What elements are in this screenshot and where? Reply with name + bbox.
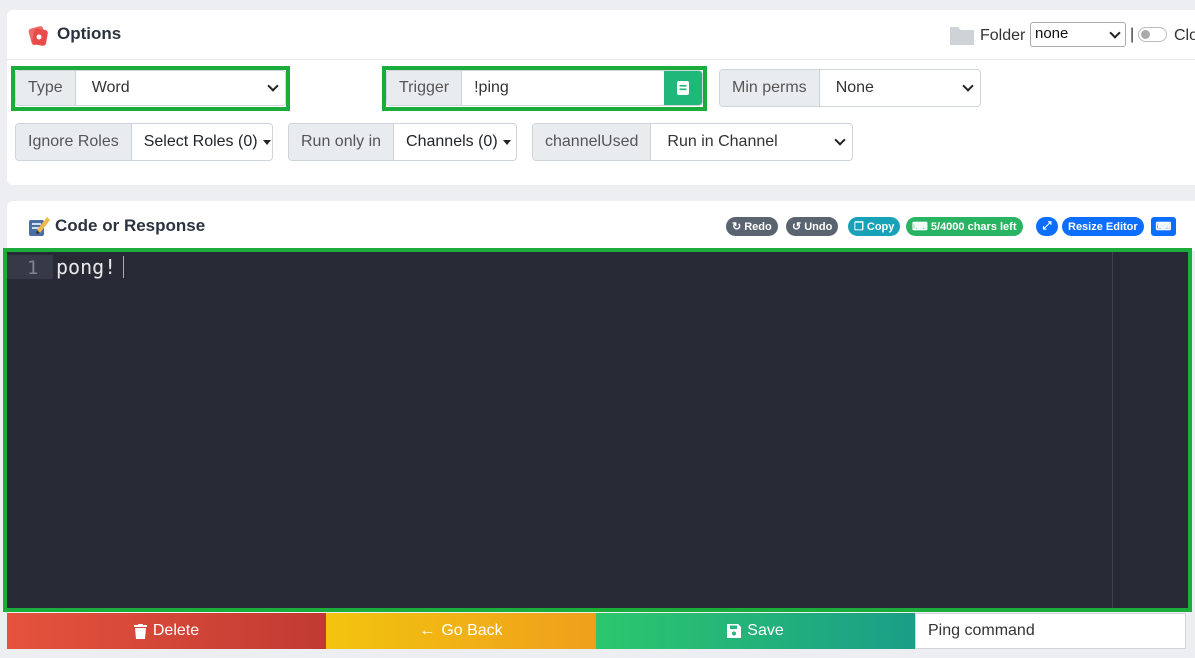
run-only-in-label: Run only in: [289, 124, 395, 160]
select-roles-label: Select Roles (0): [143, 133, 258, 150]
trash-icon: [133, 623, 147, 639]
keyboard-button[interactable]: ⌨: [1151, 217, 1176, 236]
trigger-value: !ping: [474, 79, 509, 96]
code-content[interactable]: pong!: [56, 255, 116, 279]
copy-icon: ❐: [854, 221, 864, 233]
description-value: Ping command: [928, 622, 1035, 639]
trigger-group: Trigger !ping: [386, 70, 703, 106]
folder-select[interactable]: none: [1030, 22, 1126, 47]
channel-used-select[interactable]: Run in Channel: [651, 124, 852, 160]
min-perms-select[interactable]: None: [820, 70, 980, 106]
print-margin: [1112, 252, 1113, 608]
type-label: Type: [16, 71, 76, 105]
undo-button[interactable]: ↺ Undo: [786, 217, 839, 236]
min-perms-label: Min perms: [720, 70, 820, 106]
undo-label: Undo: [804, 220, 833, 233]
expand-button[interactable]: ⤢: [1036, 217, 1058, 236]
close-toggle[interactable]: [1138, 27, 1167, 42]
min-perms-group: Min perms None: [719, 69, 981, 107]
resize-editor-button[interactable]: Resize Editor: [1062, 217, 1144, 236]
chevron-down-icon: [962, 80, 974, 92]
keyboard-icon: ⌨: [912, 221, 928, 233]
folder-icon: [950, 27, 974, 45]
type-group: Type Word: [15, 70, 286, 106]
channels-button[interactable]: Channels (0): [394, 124, 516, 160]
type-select[interactable]: Word: [76, 71, 285, 105]
copy-button[interactable]: ❐ Copy: [848, 217, 901, 236]
pencil-icon: [29, 217, 50, 236]
text-cursor: [123, 256, 124, 278]
toggle-label: Close: [1174, 27, 1195, 44]
floppy-disk-icon: [727, 624, 742, 638]
ignore-roles-label: Ignore Roles: [16, 124, 132, 160]
options-title: Options: [57, 24, 122, 43]
ignore-roles-group: Ignore Roles Select Roles (0): [15, 123, 273, 161]
go-back-label: Go Back: [441, 622, 503, 639]
list-icon: [677, 81, 689, 95]
chevron-down-icon: [834, 134, 846, 146]
trigger-input[interactable]: !ping: [462, 71, 664, 105]
copy-label: Copy: [866, 220, 895, 233]
select-roles-button[interactable]: Select Roles (0): [132, 124, 272, 160]
resize-editor-label: Resize Editor: [1068, 220, 1138, 233]
keyboard-icon: ⌨: [1155, 221, 1172, 233]
caret-down-icon: [502, 139, 511, 145]
folder-label: Folder: [980, 27, 1026, 44]
folder-separator: |: [1130, 26, 1135, 43]
caret-down-icon: [262, 139, 271, 145]
options-header: Options Folder none | Close: [7, 10, 1195, 60]
redo-icon: ↻: [732, 221, 742, 233]
chevron-down-icon: [267, 80, 279, 92]
save-label: Save: [747, 622, 784, 639]
line-number: 1: [27, 257, 39, 279]
delete-button[interactable]: Delete: [7, 613, 326, 649]
undo-icon: ↺: [792, 221, 802, 233]
channel-used-value: Run in Channel: [667, 133, 778, 150]
go-back-button[interactable]: ← Go Back: [326, 613, 596, 649]
options-icon: [28, 26, 48, 46]
chars-left-badge: ⌨ 5/4000 chars left: [906, 217, 1023, 236]
redo-button[interactable]: ↻ Redo: [726, 217, 778, 236]
type-value: Word: [91, 79, 130, 96]
channel-used-label: channelUsed: [533, 124, 652, 160]
redo-label: Redo: [744, 220, 772, 233]
folder-select-value: none: [1035, 25, 1069, 42]
code-title: Code or Response: [55, 216, 206, 235]
run-only-in-group: Run only in Channels (0): [288, 123, 517, 161]
arrow-left-icon: ←: [419, 622, 436, 639]
trigger-options-button[interactable]: [664, 71, 702, 105]
channels-label: Channels (0): [406, 133, 498, 150]
chars-left-label: 5/4000 chars left: [930, 220, 1017, 233]
chevron-down-icon: [1109, 27, 1121, 39]
toggle-knob: [1141, 30, 1150, 39]
min-perms-value: None: [835, 79, 874, 96]
save-button[interactable]: Save: [596, 613, 915, 649]
delete-label: Delete: [152, 622, 200, 639]
channel-used-group: channelUsed Run in Channel: [532, 123, 853, 161]
code-editor[interactable]: 1 pong!: [7, 252, 1188, 608]
description-input[interactable]: Ping command: [915, 613, 1186, 649]
expand-icon: ⤢: [1042, 220, 1052, 232]
trigger-label: Trigger: [387, 71, 463, 105]
